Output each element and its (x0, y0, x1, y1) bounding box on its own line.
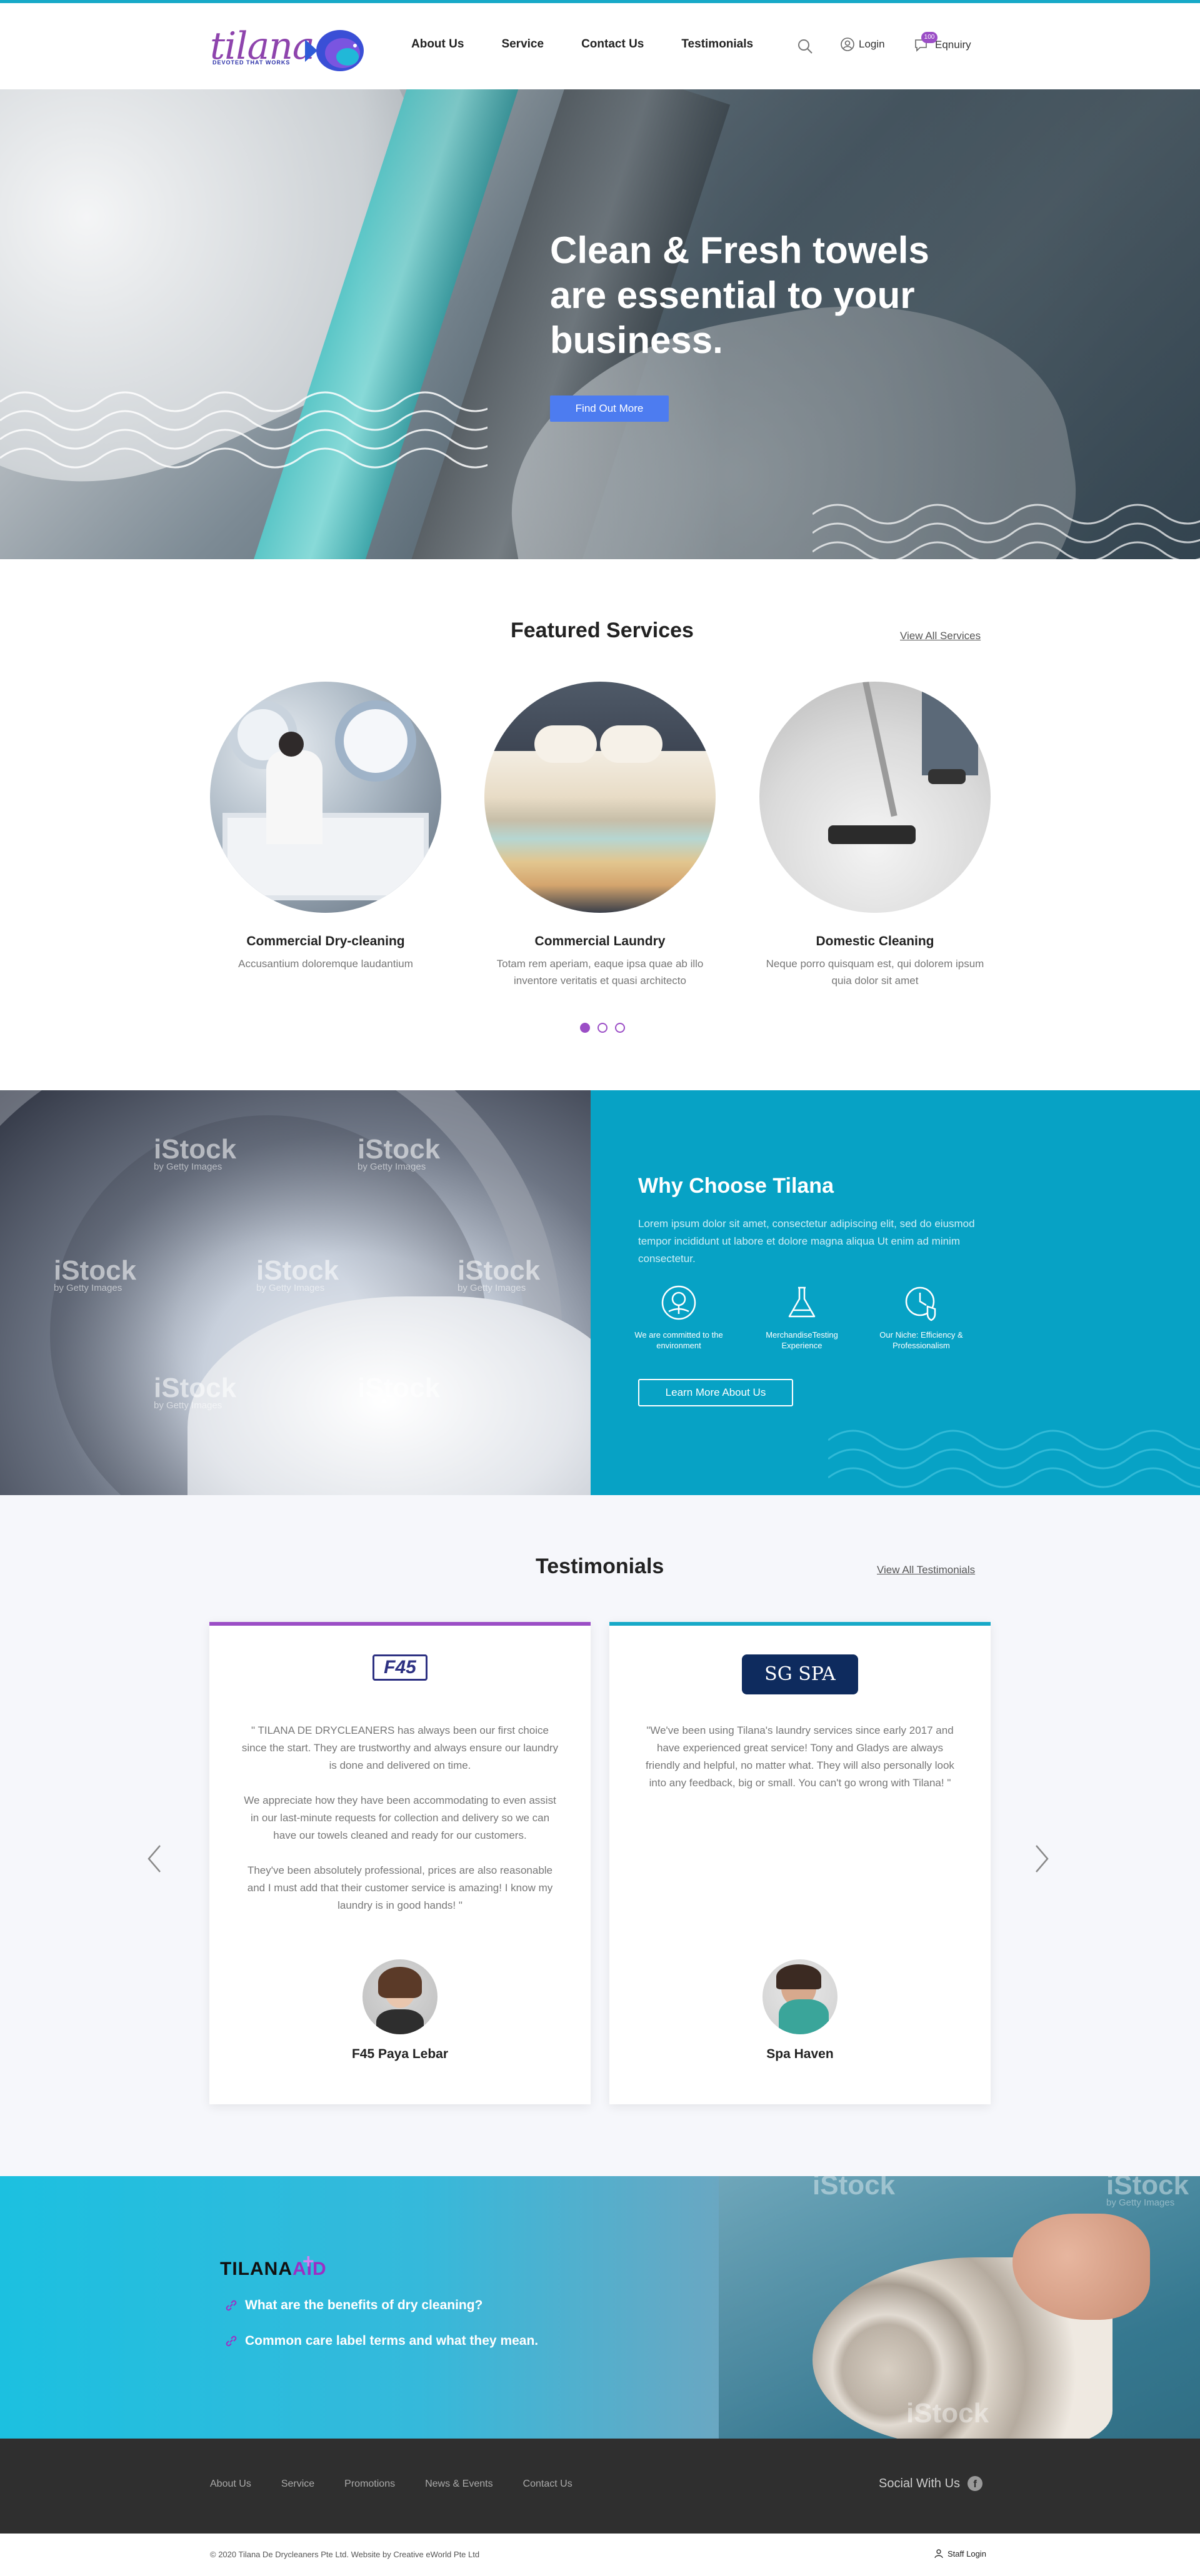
carousel-dot-1[interactable] (580, 1023, 590, 1033)
sub-footer: © 2020 Tilana De Drycleaners Pte Ltd. We… (0, 2534, 1200, 2576)
search-icon[interactable] (796, 37, 814, 55)
watermark: iStock by Getty Images (458, 1255, 541, 1293)
service-card-dry-cleaning[interactable]: Commercial Dry-cleaning Accusantium dolo… (207, 682, 444, 972)
testimonial-name: F45 Paya Lebar (351, 2047, 449, 2061)
service-name: Domestic Cleaning (816, 934, 934, 948)
testimonial-name: Spa Haven (766, 2047, 834, 2061)
service-image-laundry (484, 682, 716, 913)
feature-label: MerchandiseTesting Experience (766, 1330, 838, 1350)
nav-testimonials[interactable]: Testimonials (681, 37, 753, 51)
aid-link-dry-cleaning[interactable]: What are the benefits of dry cleaning? (224, 2298, 482, 2313)
user-icon (934, 2549, 943, 2559)
service-desc: Accusantium doloremque laudantium (238, 958, 413, 970)
carousel-dot-3[interactable] (615, 1023, 625, 1033)
why-choose-text: Lorem ipsum dolor sit amet, consectetur … (638, 1218, 975, 1265)
testimonials-section (0, 1495, 1200, 2176)
feature-label: Our Niche: Efficiency & Professionalism (879, 1330, 963, 1350)
fish-logo-icon (305, 30, 364, 71)
hero-title: Clean & Fresh towels are essential to yo… (550, 229, 929, 361)
nav-service[interactable]: Service (501, 37, 544, 51)
watermark: iStock (812, 2176, 896, 2201)
social-label: Social With Us (879, 2476, 961, 2490)
footer-link-about[interactable]: About Us (210, 2479, 251, 2490)
service-card-commercial-laundry[interactable]: Commercial Laundry Totam rem aperiam, ea… (481, 682, 719, 989)
testimonial-quote: " TILANA DE DRYCLEANERS has always been … (241, 1724, 559, 1911)
login-label: Login (859, 38, 885, 50)
social-links: Social With Us f (879, 2476, 983, 2491)
featured-services-title: Featured Services (511, 619, 694, 642)
feature-testing: MerchandiseTesting Experience (755, 1284, 849, 1351)
watermark: iStock by Getty Images (256, 1255, 339, 1293)
main-nav: About Us Service Contact Us Testimonials (411, 37, 791, 51)
why-choose-panel: Why Choose Tilana Lorem ipsum dolor sit … (591, 1090, 1200, 1495)
testimonial-card: SG SPA "We've been using Tilana's laundr… (609, 1622, 991, 2104)
nav-contact-us[interactable]: Contact Us (581, 37, 644, 51)
testimonial-card: F45 " TILANA DE DRYCLEANERS has always b… (209, 1622, 591, 2104)
service-desc: Neque porro quisquam est, qui dolorem ip… (766, 958, 984, 987)
view-all-testimonials-link[interactable]: View All Testimonials (877, 1564, 975, 1576)
brand-logo[interactable]: tilana DEVOTED THAT WORKS (210, 24, 366, 74)
sg-spa-logo: SG SPA (742, 1654, 858, 1694)
site-header: tilana DEVOTED THAT WORKS About Us Servi… (0, 3, 1200, 89)
feature-label: We are committed to the environment (634, 1330, 723, 1350)
footer-link-service[interactable]: Service (281, 2479, 314, 2490)
link-icon (226, 2300, 237, 2311)
watermark: iStock by Getty Images (358, 1134, 441, 1172)
enquiry-label: Eqnuiry (935, 39, 971, 51)
facebook-icon[interactable]: f (968, 2476, 983, 2491)
nav-about-us[interactable]: About Us (411, 37, 464, 51)
login-link[interactable]: Login (840, 37, 885, 52)
chevron-left-icon[interactable] (145, 1843, 164, 1874)
f45-logo: F45 (372, 1654, 428, 1681)
testimonial-quote: "We've been using Tilana's laundry servi… (646, 1724, 954, 1789)
testimonials-title: Testimonials (536, 1554, 664, 1578)
service-card-domestic-cleaning[interactable]: Domestic Cleaning Neque porro quisquam e… (756, 682, 994, 989)
wave-decoration (828, 1430, 1200, 1488)
site-footer: About Us Service Promotions News & Event… (0, 2439, 1200, 2534)
hero-banner: Clean & Fresh towels are essential to yo… (0, 89, 1200, 559)
tree-icon (661, 1285, 696, 1320)
feature-environment: We are committed to the environment (632, 1284, 726, 1351)
enquiry-badge: 100 (921, 32, 938, 43)
footer-link-contact[interactable]: Contact Us (523, 2479, 572, 2490)
service-name: Commercial Laundry (534, 934, 666, 948)
footer-link-news[interactable]: News & Events (425, 2479, 492, 2490)
watermark: iStock by Getty Images (54, 1255, 137, 1293)
avatar (362, 1959, 438, 2034)
link-icon (226, 2335, 237, 2347)
tilana-aid-banner: iStock iStock by Getty Images iStock TILA… (0, 2176, 1200, 2439)
avatar (762, 1959, 838, 2034)
why-choose-title: Why Choose Tilana (638, 1174, 834, 1198)
clock-shield-icon (905, 1286, 936, 1321)
watermark: iStock by Getty Images (154, 1134, 237, 1172)
service-image-dry-cleaning (210, 682, 441, 913)
aid-link-care-label[interactable]: Common care label terms and what they me… (224, 2334, 538, 2349)
watermark: iStock (906, 2398, 989, 2429)
wave-decoration (0, 391, 488, 469)
footer-nav: About Us Service Promotions News & Event… (210, 2479, 602, 2490)
service-name: Commercial Dry-cleaning (246, 934, 405, 948)
watermark: iStock by Getty Images (154, 1373, 237, 1411)
user-icon (841, 37, 854, 51)
enquiry-link[interactable]: 100 Eqnuiry (914, 32, 971, 53)
carousel-dot-2[interactable] (598, 1023, 608, 1033)
feature-efficiency: Our Niche: Efficiency & Professionalism (874, 1284, 968, 1351)
footer-link-promotions[interactable]: Promotions (344, 2479, 395, 2490)
flask-icon (788, 1286, 816, 1318)
view-all-services-link[interactable]: View All Services (900, 630, 981, 642)
carousel-pagination (580, 1023, 625, 1033)
copyright-text: © 2020 Tilana De Drycleaners Pte Ltd. We… (210, 2550, 480, 2559)
staff-login-link[interactable]: Staff Login (934, 2549, 986, 2559)
plus-icon: + (302, 2250, 314, 2272)
service-image-domestic (759, 682, 991, 913)
wave-decoration-right (812, 504, 1200, 559)
why-choose-image: iStock by Getty Images iStock by Getty Ima… (0, 1090, 591, 1495)
find-out-more-button[interactable]: Find Out More (550, 395, 669, 422)
service-desc: Totam rem aperiam, eaque ipsa quae ab il… (496, 958, 704, 987)
watermark: iStock by Getty Images (1106, 2176, 1189, 2208)
brand-tagline: DEVOTED THAT WORKS (212, 59, 291, 66)
learn-more-button[interactable]: Learn More About Us (638, 1379, 793, 1406)
watermark: iStock (358, 1373, 441, 1403)
chevron-right-icon[interactable] (1032, 1843, 1051, 1874)
